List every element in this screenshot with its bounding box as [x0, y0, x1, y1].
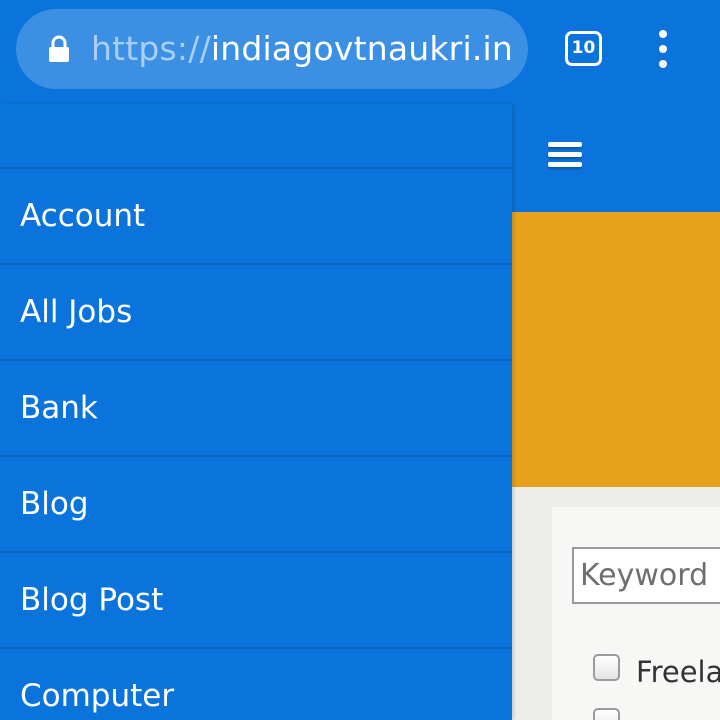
more-vert-icon[interactable]: [651, 30, 675, 70]
checkbox-freelance[interactable]: [593, 654, 620, 681]
tab-switcher-button[interactable]: 10: [565, 31, 602, 66]
site-header: [512, 104, 720, 212]
menu-item-all-jobs[interactable]: All Jobs: [0, 265, 512, 361]
checkbox-label: Freela: [636, 655, 720, 689]
keyword-input[interactable]: [572, 547, 720, 604]
hero-banner: [512, 212, 720, 487]
lock-icon: [49, 35, 69, 62]
menu-item-account[interactable]: Account: [0, 169, 512, 265]
tab-count: 10: [571, 38, 596, 58]
menu-item-computer[interactable]: Computer: [0, 649, 512, 720]
hamburger-icon[interactable]: [548, 142, 584, 172]
nav-drawer: Account All Jobs Bank Blog Blog Post Com…: [0, 104, 512, 720]
menu-item-bank[interactable]: Bank: [0, 361, 512, 457]
browser-toolbar: https://indiagovtnaukri.in 10: [0, 0, 720, 104]
url-scheme: https://: [91, 29, 211, 68]
menu-item-blog[interactable]: Blog: [0, 457, 512, 553]
menu-item-blog-post[interactable]: Blog Post: [0, 553, 512, 649]
drawer-header: [0, 104, 512, 169]
checkbox-second[interactable]: [593, 708, 620, 720]
url-text[interactable]: https://indiagovtnaukri.in: [91, 27, 513, 71]
address-bar[interactable]: https://indiagovtnaukri.in: [16, 9, 528, 89]
url-host: indiagovtnaukri.in: [210, 29, 513, 68]
